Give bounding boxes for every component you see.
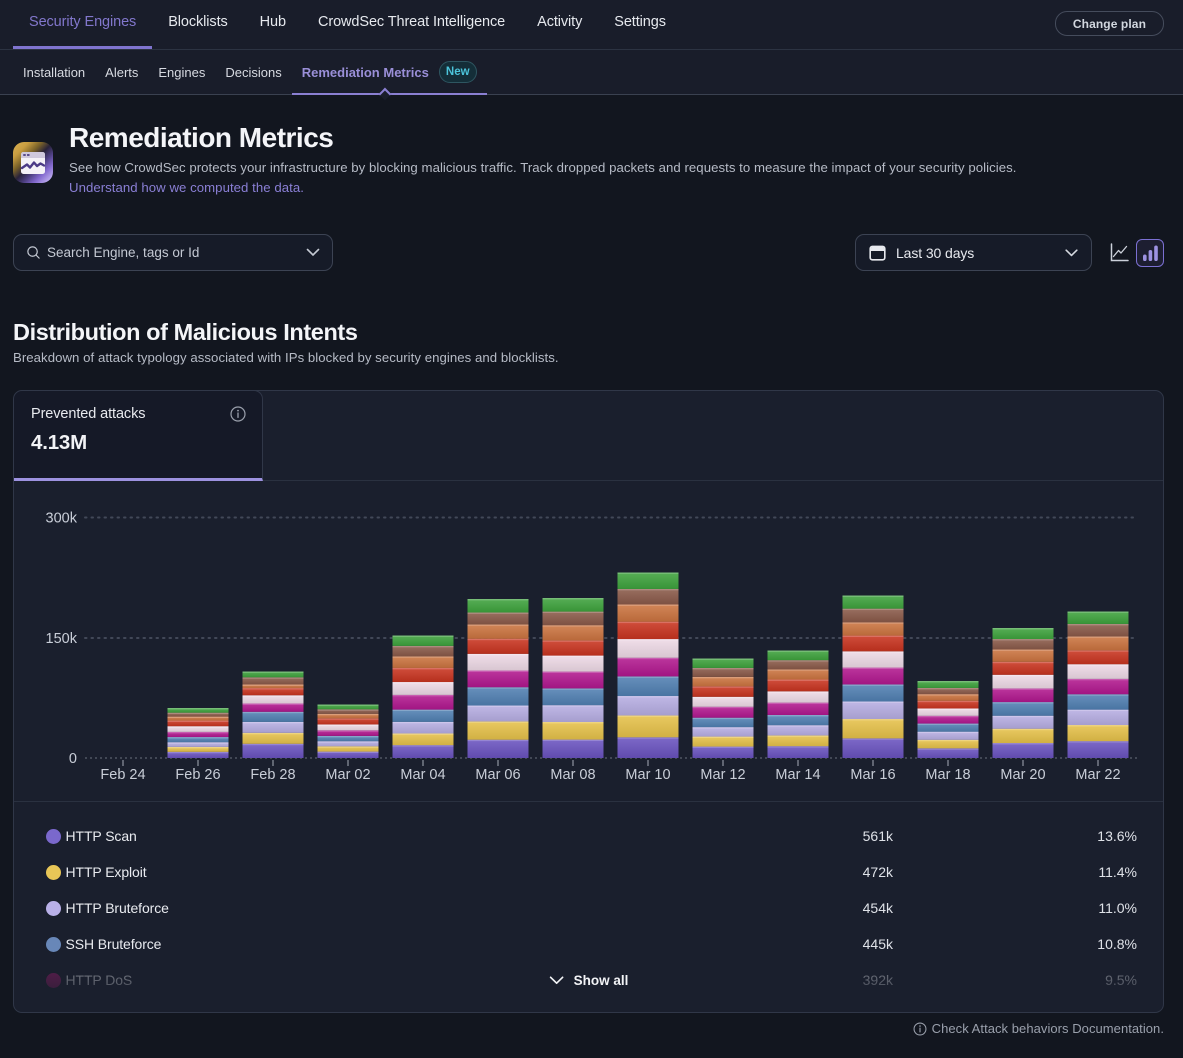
svg-text:Mar 08: Mar 08 (550, 767, 595, 783)
svg-text:Mar 16: Mar 16 (850, 767, 895, 783)
svg-text:Feb 24: Feb 24 (100, 767, 145, 783)
svg-text:Mar 06: Mar 06 (475, 767, 520, 783)
svg-text:Mar 02: Mar 02 (325, 767, 370, 783)
svg-text:300k: 300k (46, 511, 78, 527)
svg-text:Mar 14: Mar 14 (775, 767, 820, 783)
svg-text:Mar 22: Mar 22 (1075, 767, 1120, 783)
svg-text:Mar 10: Mar 10 (625, 767, 670, 783)
svg-text:Feb 28: Feb 28 (250, 767, 295, 783)
svg-text:Feb 26: Feb 26 (175, 767, 220, 783)
svg-text:Mar 20: Mar 20 (1000, 767, 1045, 783)
svg-text:Mar 12: Mar 12 (700, 767, 745, 783)
svg-text:150k: 150k (46, 631, 78, 647)
svg-text:0: 0 (69, 751, 77, 767)
svg-text:Mar 18: Mar 18 (925, 767, 970, 783)
svg-text:Mar 04: Mar 04 (400, 767, 445, 783)
